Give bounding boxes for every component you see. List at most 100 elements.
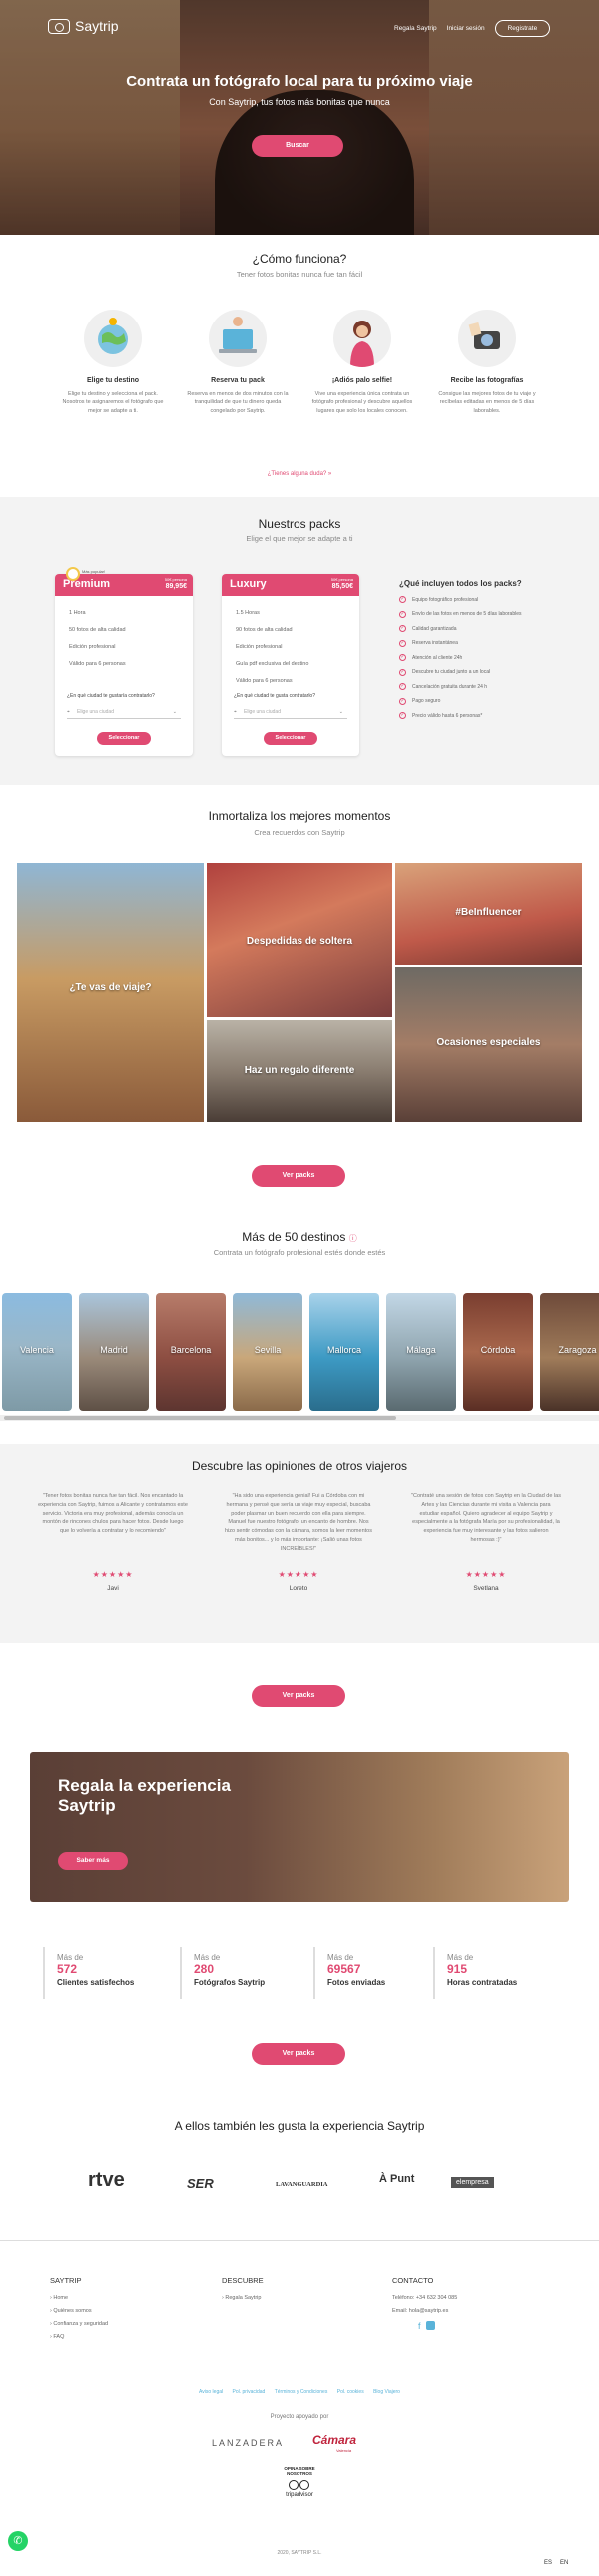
gift-banner: Regala la experiencia Saytrip Saber más <box>30 1752 569 1902</box>
destination-barcelona[interactable]: Barcelona <box>156 1293 226 1411</box>
check-icon: ✓ <box>399 610 406 618</box>
language-switcher: ES EN <box>544 2560 568 2566</box>
laptop-illustration-icon <box>209 310 267 367</box>
stat-hours: Más de 915 Horas contratadas <box>433 1947 517 1999</box>
destination-cordoba[interactable]: Córdoba <box>463 1293 533 1411</box>
gift-title: Regala la experiencia Saytrip <box>58 1776 231 1815</box>
press-title: A ellos también les gusta la experiencia… <box>174 2119 425 2133</box>
camara-sub: Valencia <box>336 2448 352 2453</box>
top-nav: Regala Saytrip Iniciar sesión Registrate <box>394 20 551 37</box>
footer-legal-links: Aviso legal Pol. privacidad Términos y C… <box>199 2389 400 2395</box>
twitter-icon[interactable] <box>425 2321 435 2330</box>
tile-influencer[interactable]: #BeInfluencer <box>395 863 582 965</box>
footer-link-trust[interactable]: › Confianza y seguridad <box>50 2321 108 2327</box>
facebook-icon[interactable]: f <box>418 2321 421 2331</box>
packs-title: Nuestros packs <box>258 517 341 531</box>
chevron-down-icon: ⌄ <box>338 709 343 715</box>
footer-col-saytrip: SAYTRIP › Home › Quiénes somos › Confian… <box>50 2276 109 2340</box>
nav-login[interactable]: Iniciar sesión <box>447 25 485 32</box>
tripadvisor-owl-icon <box>289 2479 310 2490</box>
how-step-2: Reserva tu pack Reserva en menos de dos … <box>183 310 293 415</box>
scrollbar-thumb[interactable] <box>4 1416 396 1420</box>
check-icon: ✓ <box>399 625 406 632</box>
popular-badge: Más popular! <box>82 569 106 574</box>
select-luxury-button[interactable]: Seleccionar <box>264 732 317 745</box>
packs-includes: ¿Qué incluyen todos los packs? ✓ Equipo f… <box>399 579 522 719</box>
gift-learn-more-button[interactable]: Saber más <box>58 1852 128 1870</box>
check-icon: ✓ <box>399 596 406 603</box>
how-title: ¿Cómo funciona? <box>252 252 347 266</box>
pack-premium: Premium 50€ persona 89,95€ 1 Hora 50 fot… <box>55 574 193 756</box>
rtve-logo: rtve <box>88 2169 125 2191</box>
select-premium-button[interactable]: Seleccionar <box>97 732 151 745</box>
supported-by: Proyecto apoyado por <box>270 2414 329 2420</box>
footer-col-contact: CONTACTO Teléfono: +34 632 304 085 Email… <box>392 2276 458 2331</box>
location-pin-icon: ⌖ <box>234 709 237 715</box>
check-icon: ✓ <box>399 668 406 676</box>
logo[interactable]: Saytrip <box>48 18 119 34</box>
check-icon: ✓ <box>399 712 406 719</box>
tripadvisor-badge[interactable]: OPINA SOBRE NOSOTROS tripadvisor <box>276 2466 323 2510</box>
review-card: "Tener fotos bonitas nunca fue tan fácil… <box>38 1493 188 1592</box>
destination-zaragoza[interactable]: Zaragoza <box>540 1293 599 1411</box>
reviews-title: Descubre las opiniones de otros viajeros <box>191 1459 408 1473</box>
packs-subtitle: Elige el que mejor se adapte a ti <box>246 534 353 543</box>
footer-link-home[interactable]: › Home <box>50 2295 108 2301</box>
city-select[interactable]: ⌖ Elige una ciudad ⌄ <box>234 706 347 719</box>
destination-valencia[interactable]: Valencia <box>2 1293 72 1411</box>
destination-madrid[interactable]: Madrid <box>79 1293 149 1411</box>
moments-title: Inmortaliza los mejores momentos <box>208 809 391 823</box>
tile-bachelorette[interactable]: Despedidas de soltera <box>207 863 392 1017</box>
how-step-1: Elige tu destino Elige tu destino y sele… <box>58 310 168 415</box>
footer-phone[interactable]: Teléfono: +34 632 304 085 <box>392 2295 457 2301</box>
lang-en[interactable]: EN <box>560 2560 568 2566</box>
moments-subtitle: Crea recuerdos con Saytrip <box>254 828 345 837</box>
destination-malaga[interactable]: Málaga <box>386 1293 456 1411</box>
how-step-4: Recibe las fotografías Consigue las mejo… <box>432 310 542 415</box>
camera-logo-icon <box>48 18 70 34</box>
footer-link-about[interactable]: › Quiénes somos <box>50 2308 108 2314</box>
how-subtitle: Tener fotos bonitas nunca fue tan fácil <box>236 270 363 279</box>
stat-photographers: Más de 280 Fotógrafos Saytrip <box>180 1947 265 1999</box>
info-icon[interactable]: ⓘ <box>349 1234 357 1243</box>
footer-email[interactable]: Email: hola@saytrip.es <box>392 2308 457 2314</box>
pack-luxury: Luxury 50€ persona 85,50€ 1.5 Horas 90 f… <box>222 574 359 756</box>
reviews-see-packs-button[interactable]: Ver packs <box>252 1685 345 1707</box>
nav-gift[interactable]: Regala Saytrip <box>394 25 437 32</box>
stats-see-packs-button[interactable]: Ver packs <box>252 2043 345 2065</box>
tile-travel[interactable]: ¿Te vas de viaje? <box>17 863 204 1122</box>
register-button[interactable]: Registrate <box>494 20 551 37</box>
lavanguardia-logo: LAVANGUARDIA <box>276 2181 328 2188</box>
globe-illustration-icon <box>84 310 142 367</box>
tile-gift[interactable]: Haz un regalo diferente <box>207 1020 392 1122</box>
city-select[interactable]: ⌖ Elige una ciudad ⌄ <box>67 706 181 719</box>
destinations-subtitle: Contrata un fotógrafo profesional estés … <box>213 1248 386 1257</box>
elempresa-logo: elempresa <box>451 2177 494 2188</box>
footer-link-faq[interactable]: › FAQ <box>50 2334 108 2340</box>
check-icon: ✓ <box>399 639 406 647</box>
destination-sevilla[interactable]: Sevilla <box>233 1293 302 1411</box>
copyright: 2020, SAYTRIP S.L. <box>277 2550 322 2556</box>
destinations-scrollbar[interactable] <box>0 1415 599 1421</box>
stat-photos: Más de 69567 Fotos enviadas <box>313 1947 385 1999</box>
doubts-link[interactable]: ¿Tienes alguna duda? » <box>0 471 599 477</box>
lang-es[interactable]: ES <box>544 2560 552 2566</box>
how-step-3: ¡Adiós palo selfie! Vive una experiencia… <box>307 310 417 415</box>
location-pin-icon: ⌖ <box>67 709 70 715</box>
destination-mallorca[interactable]: Mallorca <box>309 1293 379 1411</box>
review-card: "Ha sido una experiencia genial! Fui a C… <box>225 1493 372 1592</box>
lanzadera-logo: LANZADERA <box>212 2438 285 2448</box>
tile-special-occasions[interactable]: Ocasiones especiales <box>395 967 582 1122</box>
check-icon: ✓ <box>399 654 406 661</box>
popular-badge-icon <box>66 567 80 581</box>
whatsapp-icon[interactable]: ✆ <box>8 2531 28 2551</box>
footer-link-gift[interactable]: › Regala Saytrip <box>222 2295 264 2301</box>
moments-see-packs-button[interactable]: Ver packs <box>252 1165 345 1187</box>
search-button[interactable]: Buscar <box>252 135 343 157</box>
destinations-title: Más de 50 destinos ⓘ <box>242 1230 357 1244</box>
rating-stars: ★★★★★ <box>278 1570 319 1579</box>
hero-section: Saytrip Regala Saytrip Iniciar sesión Re… <box>0 0 599 235</box>
rating-stars: ★★★★★ <box>92 1570 134 1579</box>
ser-logo: SER <box>187 2176 214 2191</box>
camera-illustration-icon <box>458 310 516 367</box>
